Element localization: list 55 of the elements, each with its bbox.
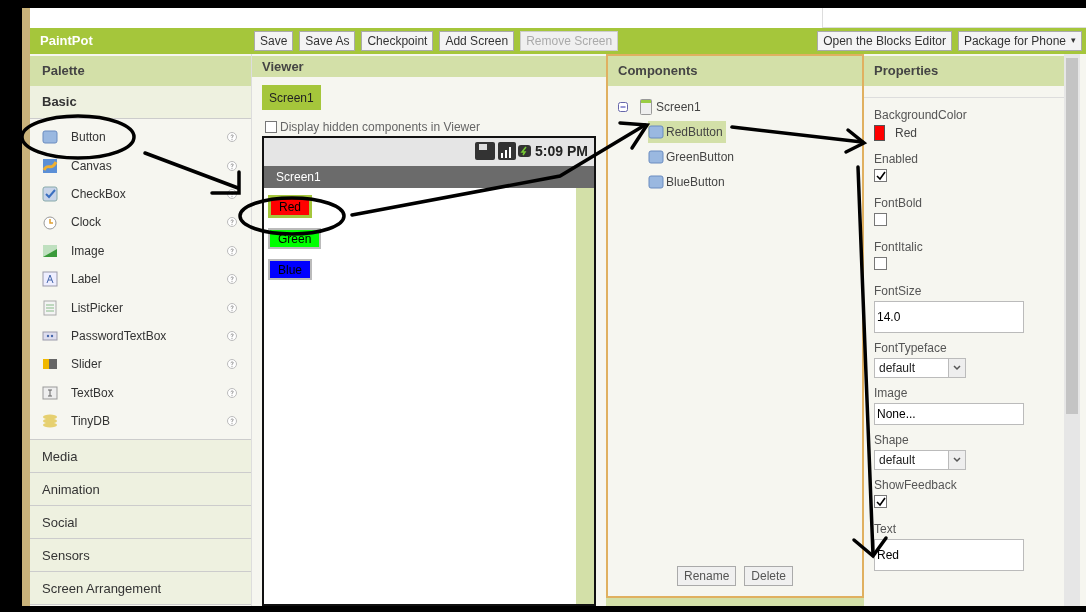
panel-header: Properties: [864, 54, 1064, 86]
toolbar-button[interactable]: Open the Blocks Editor: [817, 31, 952, 51]
input-field[interactable]: 14.0: [874, 301, 1024, 333]
caret-icon: ▾: [1071, 34, 1076, 48]
tree-item[interactable]: BlueButton: [648, 170, 728, 193]
palette-section-header[interactable]: Animation: [30, 473, 251, 507]
palette-item[interactable]: CheckBox: [71, 184, 214, 203]
palette-item[interactable]: Slider: [71, 355, 214, 374]
property-label: BackgroundColor: [874, 107, 967, 122]
palette-section-header[interactable]: Social: [30, 506, 251, 540]
property-label: Enabled: [874, 151, 919, 166]
panel-header: Viewer: [252, 54, 606, 77]
tree-item[interactable]: RedButton: [648, 120, 726, 143]
palette-item[interactable]: TinyDB: [71, 412, 214, 431]
screen-tab[interactable]: Screen1: [262, 85, 321, 110]
app-title: PaintPot: [40, 32, 94, 51]
property-label: FontSize: [874, 283, 922, 298]
palette-section-header[interactable]: Screen Arrangement: [30, 572, 251, 606]
property-label: FontTypeface: [874, 340, 947, 355]
toolbar-button[interactable]: Save As: [299, 31, 356, 51]
property-label: Image: [874, 385, 908, 400]
palette-section-header[interactable]: Media: [30, 440, 251, 474]
toolbar-button[interactable]: Package for Phone ▾: [957, 31, 1082, 51]
palette-section-header[interactable]: Basic: [30, 86, 251, 119]
palette-item[interactable]: Label: [71, 270, 214, 289]
toolbar-button[interactable]: Checkpoint: [361, 31, 434, 51]
palette-item[interactable]: PasswordTextBox: [71, 326, 214, 345]
dropdown[interactable]: default: [874, 358, 966, 378]
palette-item[interactable]: Canvas: [71, 156, 214, 175]
status-time: 5:09 PM: [535, 141, 588, 161]
palette-item[interactable]: Clock: [71, 213, 214, 232]
toolbar-button[interactable]: Save: [254, 31, 294, 51]
property-label: FontItalic: [874, 239, 923, 254]
palette-item[interactable]: Button: [71, 128, 214, 147]
action-button[interactable]: Delete: [744, 566, 793, 586]
input-field[interactable]: Red: [874, 539, 1024, 571]
input-field[interactable]: None...: [874, 403, 1024, 425]
property-label: FontBold: [874, 195, 923, 210]
tree-item[interactable]: Screen1: [656, 95, 704, 118]
panel-header: Components: [608, 56, 862, 86]
color-value[interactable]: Red: [895, 124, 917, 142]
toolbar-button[interactable]: Add Screen: [439, 31, 515, 51]
action-button[interactable]: Rename: [676, 566, 737, 586]
property-label: ShowFeedback: [874, 477, 957, 492]
palette-item[interactable]: ListPicker: [71, 298, 214, 317]
screen-title-bar: Screen1: [264, 164, 594, 188]
palette-item[interactable]: Image: [71, 241, 214, 260]
checkbox-label: Display hidden components in Viewer: [280, 119, 480, 136]
palette-item[interactable]: TextBox: [71, 383, 214, 402]
palette-section-header[interactable]: Sensors: [30, 539, 251, 573]
dropdown[interactable]: default: [874, 450, 966, 470]
panel-header: Palette: [30, 54, 251, 86]
tree-item[interactable]: GreenButton: [648, 145, 738, 168]
property-label: Shape: [874, 432, 909, 447]
property-label: Text: [874, 521, 896, 536]
